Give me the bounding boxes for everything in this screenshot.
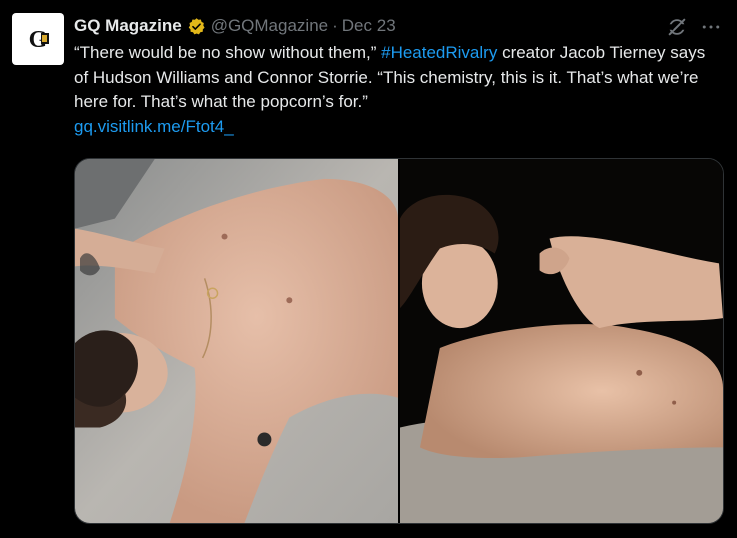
gq-logo: G xyxy=(29,27,49,53)
author-name[interactable]: GQ Magazine xyxy=(74,16,182,36)
article-link[interactable]: gq.visitlink.me/Ftot4_ xyxy=(74,117,234,136)
grok-icon[interactable] xyxy=(666,16,688,38)
tweet-header: GQ Magazine @GQMagazine · Dec 23 xyxy=(74,13,396,39)
avatar[interactable]: G xyxy=(12,13,64,65)
photo-right[interactable] xyxy=(400,159,723,523)
separator: · xyxy=(332,16,338,35)
tweet-text-part1: “There would be no show without them,” xyxy=(74,43,382,62)
photo-left[interactable] xyxy=(75,159,398,523)
verified-badge-icon[interactable] xyxy=(187,17,206,36)
author-handle[interactable]: @GQMagazine xyxy=(211,16,328,36)
tweet-text: “There would be no show without them,” #… xyxy=(74,41,724,139)
media-grid xyxy=(74,158,724,524)
tweet-date[interactable]: Dec 23 xyxy=(342,16,396,36)
tweet[interactable]: G GQ Magazine @GQMagazine · Dec 23 “Ther… xyxy=(0,0,737,538)
hashtag-link[interactable]: #HeatedRivalry xyxy=(381,43,497,62)
more-icon[interactable] xyxy=(698,16,724,38)
